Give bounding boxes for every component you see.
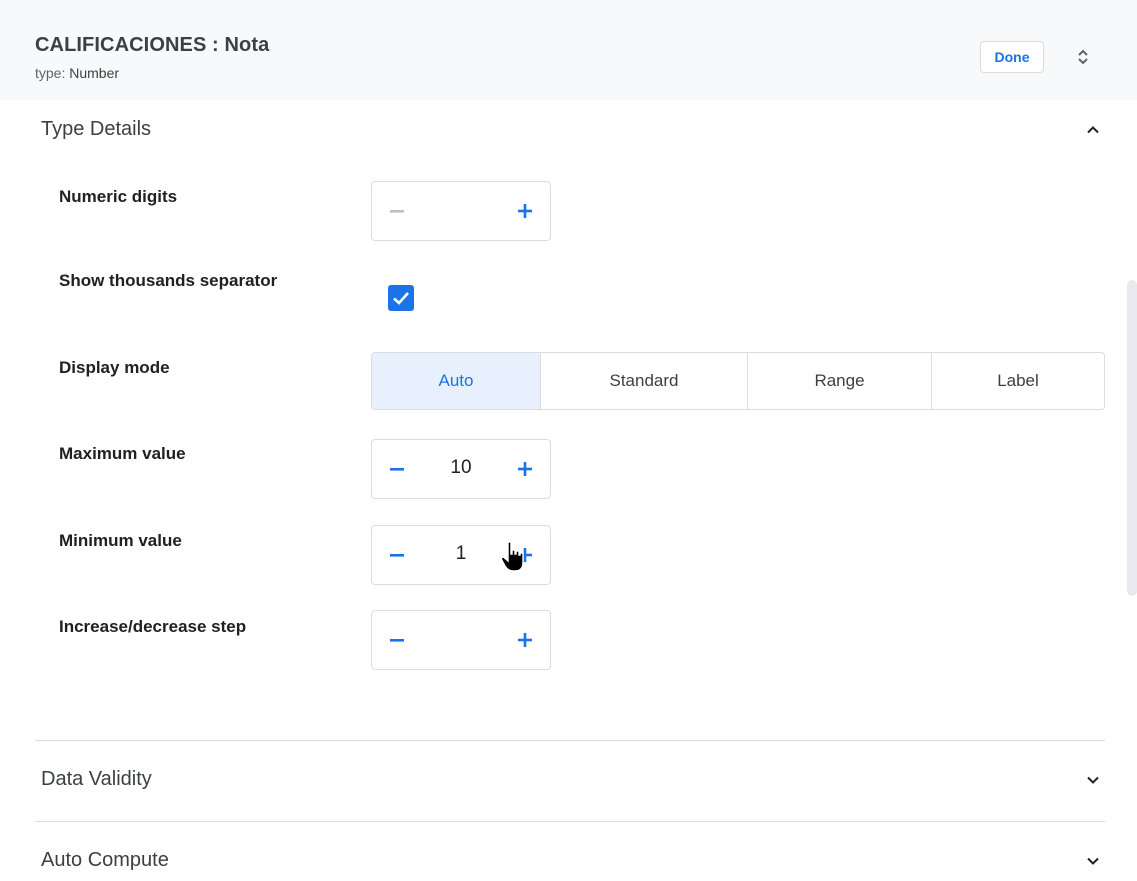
section-data-validity-title: Data Validity bbox=[41, 768, 152, 790]
display-mode-label-option[interactable]: Label bbox=[932, 353, 1104, 409]
field-type-value: Number bbox=[69, 65, 120, 81]
minus-icon[interactable] bbox=[386, 629, 408, 651]
display-mode-standard[interactable]: Standard bbox=[541, 353, 748, 409]
chevron-down-icon bbox=[1087, 857, 1099, 865]
minus-icon[interactable] bbox=[386, 458, 408, 480]
plus-icon[interactable] bbox=[514, 629, 536, 651]
minus-icon[interactable] bbox=[386, 544, 408, 566]
display-mode-toggle: Auto Standard Range Label bbox=[371, 352, 1105, 410]
thousands-separator-checkbox[interactable] bbox=[388, 285, 414, 311]
display-mode-range[interactable]: Range bbox=[748, 353, 932, 409]
maximum-value-stepper: 10 bbox=[371, 439, 551, 499]
step-stepper bbox=[371, 610, 551, 670]
field-header: CALIFICACIONES : Nota type: Number Done bbox=[0, 0, 1137, 100]
minimum-value-value[interactable]: 1 bbox=[412, 543, 510, 565]
hand-pointer-icon bbox=[500, 541, 524, 572]
unfold-more-icon[interactable] bbox=[1072, 46, 1094, 68]
chevron-up-icon bbox=[1087, 126, 1099, 134]
maximum-value-label: Maximum value bbox=[59, 444, 186, 463]
section-type-details[interactable]: Type Details bbox=[35, 110, 1105, 150]
minimum-value-label: Minimum value bbox=[59, 531, 182, 550]
field-title: CALIFICACIONES : Nota bbox=[35, 34, 270, 56]
minus-icon[interactable] bbox=[386, 200, 408, 222]
display-mode-auto[interactable]: Auto bbox=[372, 353, 541, 409]
numeric-digits-label: Numeric digits bbox=[59, 187, 178, 206]
display-mode-label: Display mode bbox=[59, 358, 170, 377]
done-button[interactable]: Done bbox=[980, 41, 1044, 73]
chevron-down-icon bbox=[1087, 776, 1099, 784]
scrollbar-thumb[interactable] bbox=[1127, 280, 1137, 596]
section-type-details-title: Type Details bbox=[41, 118, 152, 140]
field-type: type: Number bbox=[35, 65, 119, 81]
numeric-digits-stepper bbox=[371, 181, 551, 241]
plus-icon[interactable] bbox=[514, 458, 536, 480]
plus-icon[interactable] bbox=[514, 200, 536, 222]
section-divider bbox=[35, 740, 1105, 741]
check-icon bbox=[393, 292, 409, 305]
section-data-validity[interactable]: Data Validity bbox=[35, 760, 1105, 800]
step-label: Increase/decrease step bbox=[59, 617, 247, 636]
maximum-value-value[interactable]: 10 bbox=[412, 457, 510, 479]
section-auto-compute[interactable]: Auto Compute bbox=[35, 841, 1105, 881]
section-auto-compute-title: Auto Compute bbox=[41, 849, 169, 871]
thousands-separator-label: Show thousands separator bbox=[59, 271, 278, 290]
section-divider bbox=[35, 821, 1105, 822]
field-type-prefix: type: bbox=[35, 65, 70, 81]
